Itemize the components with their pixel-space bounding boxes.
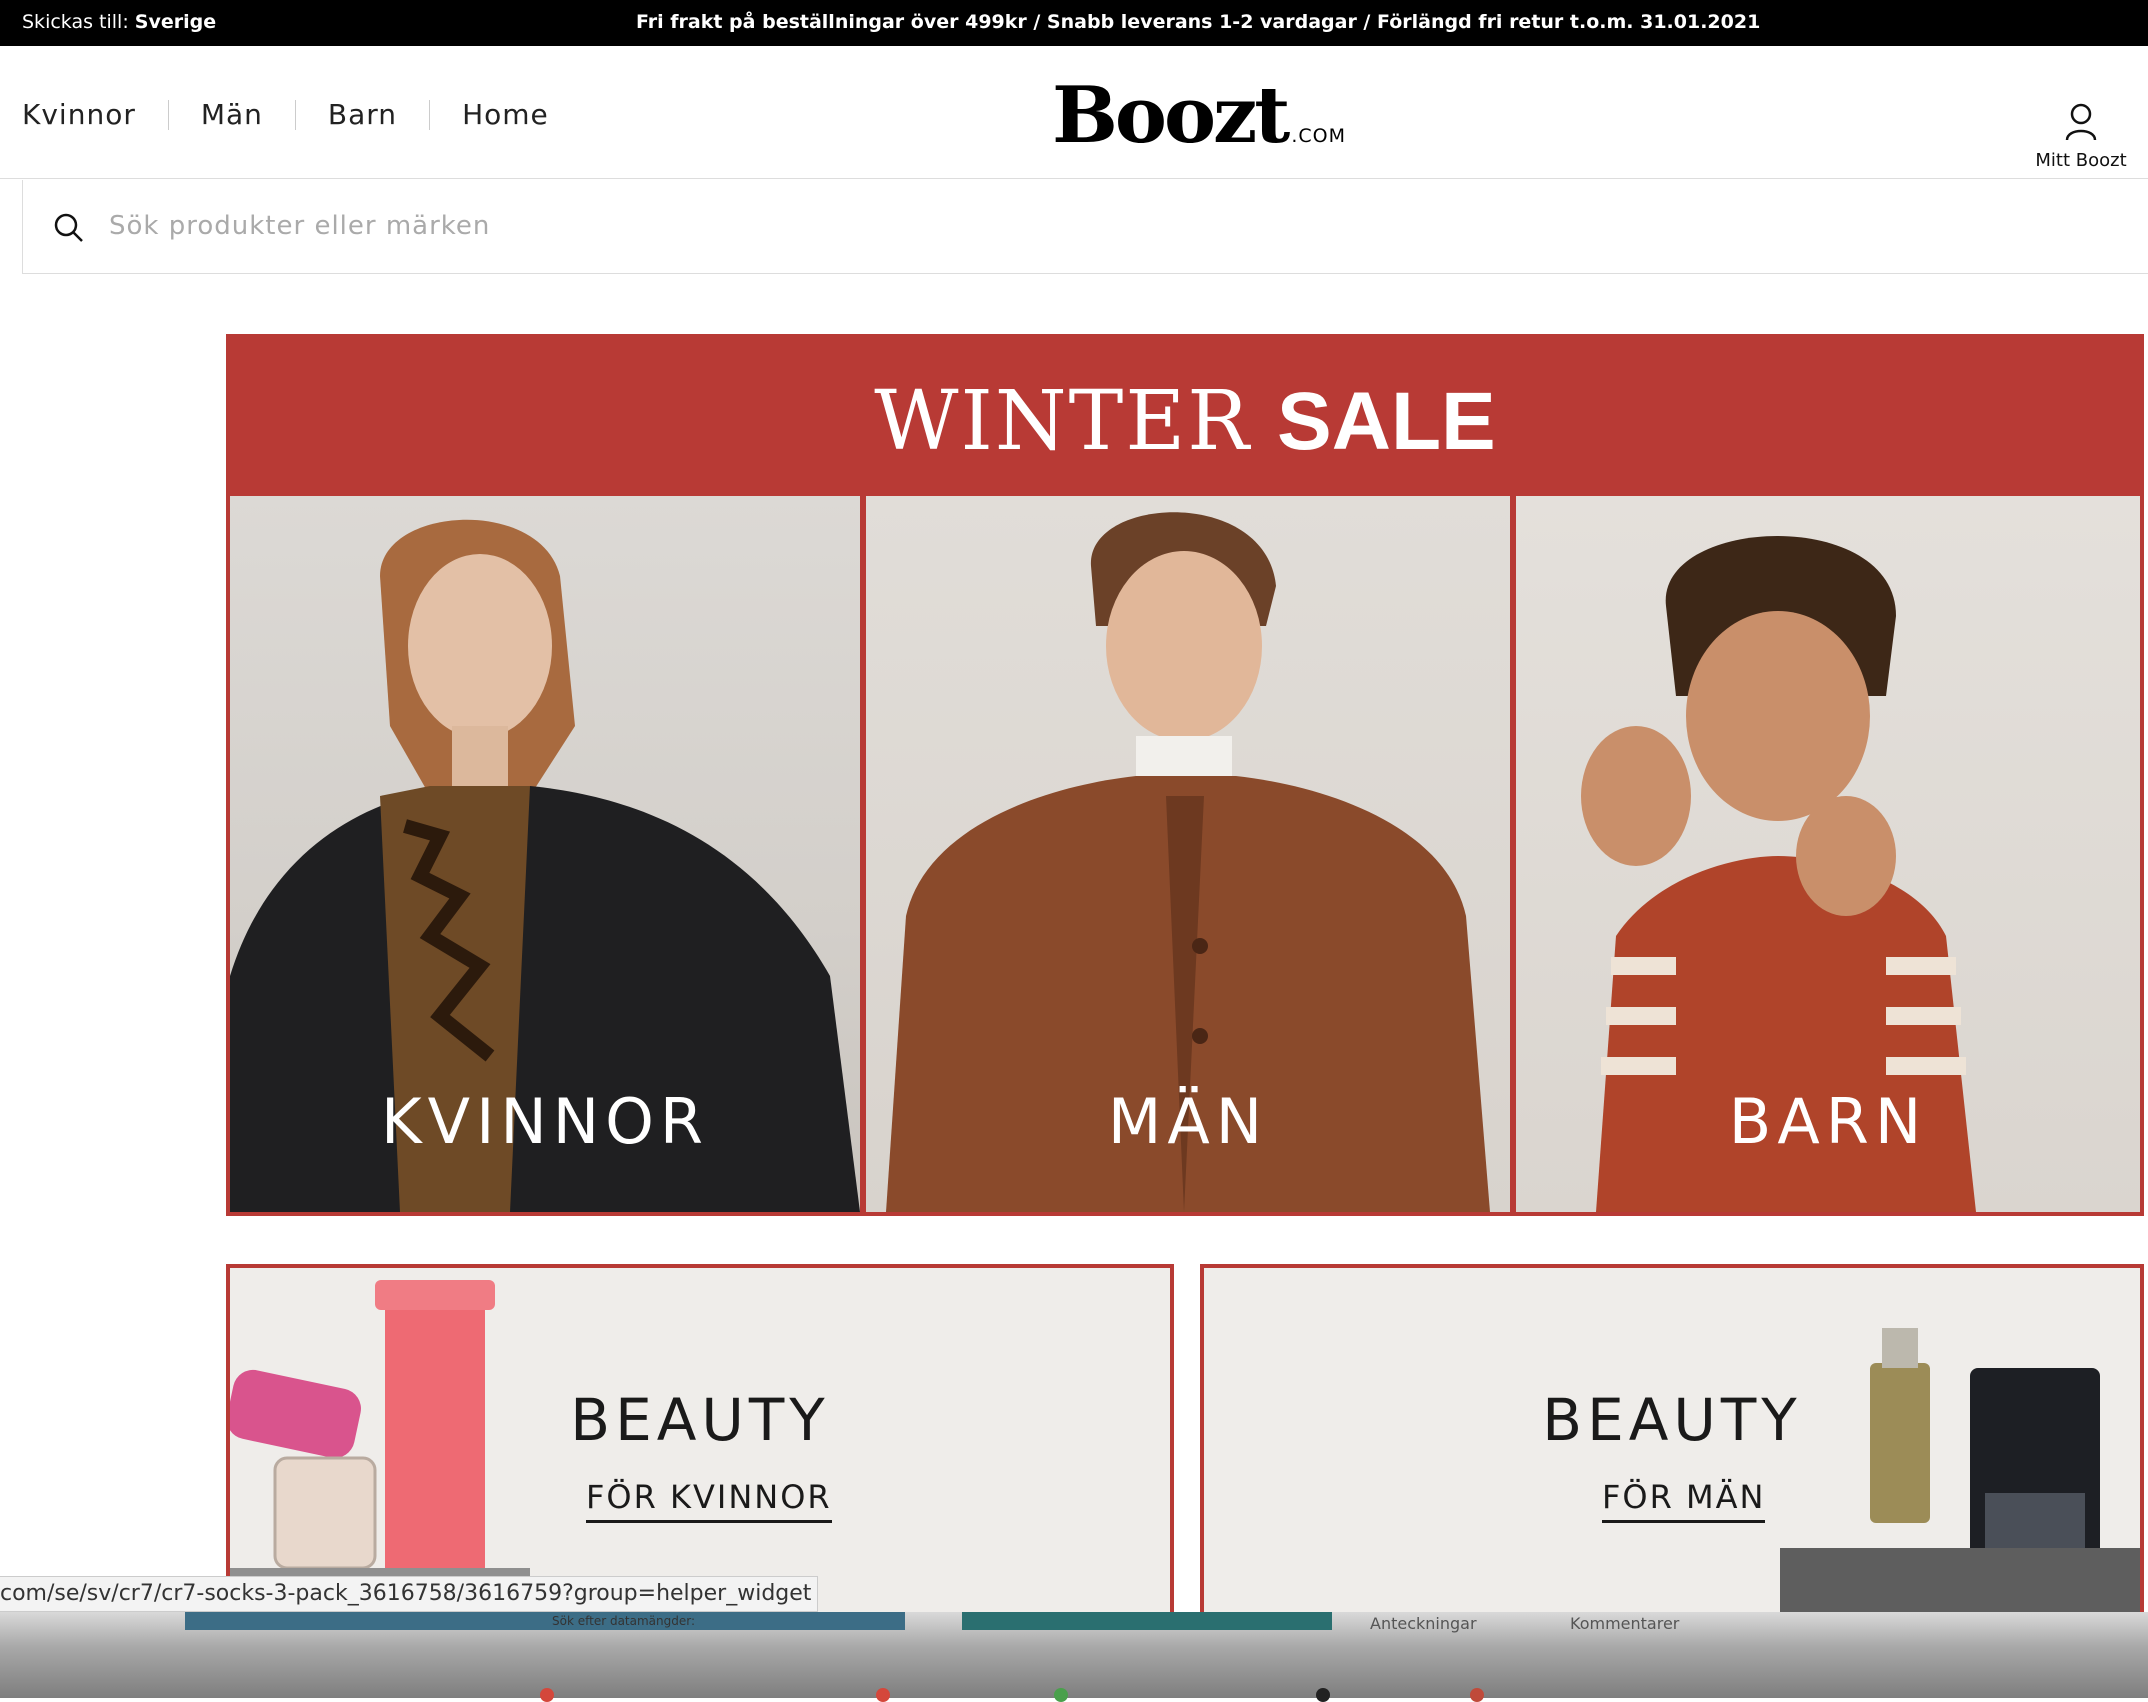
browser-status-url: com/se/sv/cr7/cr7-socks-3-pack_3616758/3… xyxy=(0,1576,819,1612)
background-window-text: Sök efter datamängder: xyxy=(552,1614,696,1628)
beauty-women-title: BEAUTY xyxy=(570,1386,830,1454)
os-dock: Sök efter datamängder: Anteckningar Komm… xyxy=(0,1612,2148,1702)
background-window-text: Anteckningar xyxy=(1370,1614,1477,1633)
beauty-women-card[interactable]: BEAUTY FÖR KVINNOR xyxy=(226,1264,1174,1624)
nav-divider xyxy=(294,99,296,130)
ship-to-country[interactable]: Sverige xyxy=(135,11,216,33)
nav-item-man[interactable]: Män xyxy=(201,98,263,131)
top-info-bar: Skickas till: Sverige Fri frakt på bestä… xyxy=(0,0,2148,46)
tile-label-barn: BARN xyxy=(1728,1085,1928,1158)
beauty-men-title: BEAUTY xyxy=(1542,1386,1802,1454)
beauty-men-card[interactable]: BEAUTY FÖR MÄN xyxy=(1200,1264,2144,1624)
banner-title: WINTER SALE xyxy=(226,374,2144,469)
nav-divider xyxy=(167,99,169,130)
logo-name: Boozt xyxy=(1052,70,1290,161)
search-input[interactable] xyxy=(109,200,1709,252)
logo-suffix: .COM xyxy=(1291,125,1346,147)
site-header: Kvinnor Män Barn Home Boozt .COM Mitt Boo… xyxy=(0,46,2148,179)
beauty-men-link[interactable]: FÖR MÄN xyxy=(1602,1478,1766,1523)
ship-to[interactable]: Skickas till: Sverige xyxy=(22,11,216,33)
main-nav: Kvinnor Män Barn Home xyxy=(22,98,549,131)
dock-app-icon[interactable] xyxy=(876,1688,890,1702)
dock-app-icon[interactable] xyxy=(540,1688,554,1702)
background-window xyxy=(962,1612,1332,1630)
account-link[interactable]: Mitt Boozt xyxy=(2016,102,2146,171)
tile-label-man: MÄN xyxy=(1107,1085,1269,1158)
beauty-women-link[interactable]: FÖR KVINNOR xyxy=(586,1478,832,1523)
site-logo[interactable]: Boozt .COM xyxy=(1052,70,1346,161)
user-icon xyxy=(2016,102,2146,142)
account-label: Mitt Boozt xyxy=(2035,150,2127,171)
nav-item-home[interactable]: Home xyxy=(462,98,549,131)
category-tile-barn[interactable]: BARN xyxy=(1516,496,2140,1212)
category-tile-man[interactable]: MÄN xyxy=(866,496,1510,1212)
dock-app-icon[interactable] xyxy=(1470,1688,1484,1702)
nav-item-kvinnor[interactable]: Kvinnor xyxy=(22,98,136,131)
banner-title-sale: SALE xyxy=(1277,376,1496,467)
ship-to-label: Skickas till: xyxy=(22,11,129,33)
nav-divider xyxy=(429,99,431,130)
banner-title-winter: WINTER xyxy=(874,374,1251,469)
category-tile-kvinnor[interactable]: KVINNOR xyxy=(230,496,860,1212)
nav-item-barn[interactable]: Barn xyxy=(328,98,397,131)
tile-label-kvinnor: KVINNOR xyxy=(381,1085,709,1158)
dock-app-icon[interactable] xyxy=(1054,1688,1068,1702)
search-bar xyxy=(22,180,2148,274)
winter-sale-banner[interactable]: WINTER SALE KVINNOR MÄN BARN xyxy=(226,334,2144,1216)
dock-app-icon[interactable] xyxy=(1316,1688,1330,1702)
promo-text: Fri frakt på beställningar över 499kr / … xyxy=(636,11,1761,33)
background-window xyxy=(185,1612,905,1630)
background-window-text: Kommentarer xyxy=(1570,1614,1680,1633)
